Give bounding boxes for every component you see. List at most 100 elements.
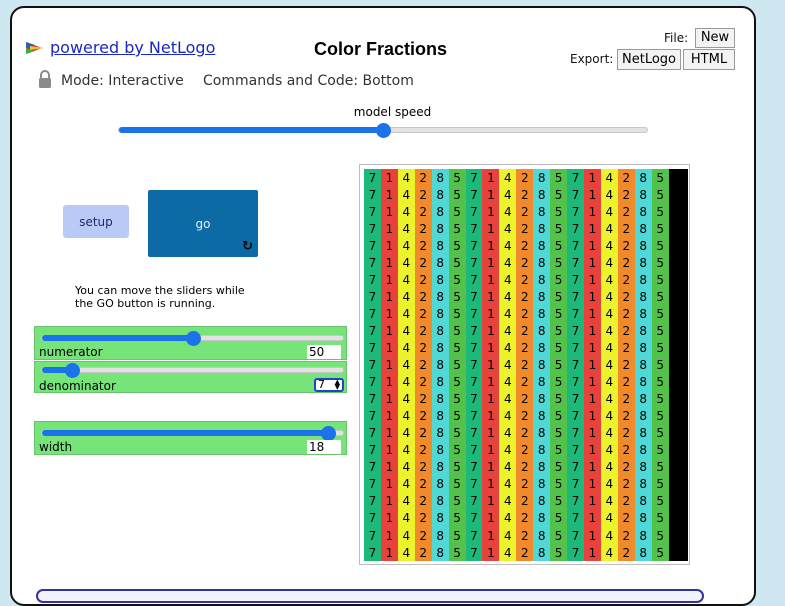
patch-cell [669,510,688,527]
model-speed-thumb[interactable] [376,123,391,138]
denominator-input[interactable]: 7 ▲ ▼ [314,378,344,392]
width-track[interactable] [41,426,344,441]
patch-cell: 5 [656,358,664,373]
export-netlogo-button[interactable]: NetLogo [617,49,681,70]
patch-cell: 1 [385,255,394,270]
patch-cell: 4 [504,392,512,407]
patch-cell: 8 [537,528,546,543]
patch-cell: 5 [656,272,664,287]
patch-cell: 4 [504,443,512,458]
patch-cell: 1 [588,255,597,270]
patch-cell: 2 [622,272,631,287]
patch-cell: 1 [588,272,597,287]
patch-cell: 7 [368,375,377,390]
patch-cell: 2 [622,409,631,424]
patch-cell: 8 [639,272,648,287]
numerator-track[interactable] [41,331,344,346]
patch-cell: 1 [588,306,597,321]
patch-cell: 5 [453,221,461,236]
patch-cell: 4 [402,187,411,202]
patch-cell: 7 [470,426,478,441]
patch-cell: 5 [656,477,664,492]
setup-button[interactable]: setup [63,205,129,238]
width-thumb[interactable] [320,426,336,441]
numerator-thumb[interactable] [185,331,201,346]
patch-cell: 1 [385,170,394,185]
patch-cell: 4 [402,358,411,373]
patch-cell: 2 [520,204,529,219]
patch-cell: 8 [436,528,444,543]
patch-cell: 4 [605,545,614,560]
patch-cell [669,237,688,254]
patch-cell: 7 [571,409,580,424]
patch-cell: 2 [419,545,428,560]
patch-cell: 8 [639,477,648,492]
new-button[interactable]: New [695,28,735,48]
lock-icon[interactable] [38,70,52,88]
patch-cell: 4 [504,477,512,492]
patch-cell: 7 [368,221,377,236]
patch-cell: 7 [368,511,377,526]
patch-cell: 7 [571,392,580,407]
patch-cell: 4 [605,272,614,287]
patch-cell: 8 [537,306,546,321]
patch-cell: 1 [487,392,495,407]
patch-cell: 2 [622,494,631,509]
patch-cell: 4 [402,238,411,253]
patch-cell: 5 [453,409,461,424]
patch-cell: 2 [622,426,631,441]
patch-cell: 7 [368,323,377,338]
width-slider[interactable]: width 18 [34,421,347,455]
patch-cell: 8 [436,426,444,441]
patch-cell: 1 [385,494,394,509]
patch-cell: 1 [385,306,394,321]
export-html-button[interactable]: HTML [683,49,735,70]
model-speed-slider[interactable] [118,123,648,138]
patch-cell: 5 [453,511,461,526]
patch-cell: 4 [504,187,512,202]
patch-cell: 2 [419,443,428,458]
patch-cell: 2 [419,238,428,253]
patch-column: 8 8 8 8 8 8 8 8 8 8 8 8 8 8 8 8 8 8 8 8 8 8 8 [431,169,449,561]
patch-cell: 4 [605,323,614,338]
patch-cell [669,425,688,442]
netlogo-logo-icon [26,41,44,54]
patch-cell [669,305,688,322]
patch-cell: 4 [605,392,614,407]
patch-cell: 1 [487,494,495,509]
patch-cell: 7 [470,204,478,219]
denominator-value: 7 [318,378,325,391]
patch-cell: 1 [588,204,597,219]
patch-cell: 2 [622,375,631,390]
patch-cell: 8 [639,340,648,355]
patch-cell: 7 [571,306,580,321]
patch-cell: 8 [639,545,648,560]
denominator-slider[interactable]: denominator 7 ▲ ▼ [34,361,347,393]
patch-column: 1 1 1 1 1 1 1 1 1 1 1 1 1 1 1 1 1 1 1 1 1 1 1 [583,169,601,561]
patch-cell: 1 [385,409,394,424]
denominator-track[interactable] [41,363,344,378]
patch-cell: 5 [554,340,563,355]
powered-by-netlogo-link[interactable]: powered by NetLogo [26,38,215,57]
patch-cell: 5 [554,528,563,543]
patch-cell: 1 [588,289,597,304]
patch-cell: 8 [436,323,444,338]
patch-cell: 2 [419,460,428,475]
patch-cell: 7 [470,238,478,253]
go-button[interactable]: go ↻ [148,190,258,257]
patch-cell: 7 [368,477,377,492]
patch-cell: 2 [520,289,529,304]
patch-cell: 2 [419,306,428,321]
model-speed-fill [119,127,383,133]
patch-cell: 7 [368,289,377,304]
world-view[interactable]: 7777777777777777777777711111111111111111… [359,164,690,565]
patch-cell: 5 [453,477,461,492]
stepper-arrows-icon[interactable]: ▲ ▼ [335,379,340,391]
patch-cell: 5 [453,323,461,338]
numerator-slider[interactable]: numerator 50 [34,326,347,360]
patch-cell: 5 [554,272,563,287]
patch-cell: 1 [385,238,394,253]
patch-cell: 2 [622,392,631,407]
patch-cell: 4 [504,375,512,390]
denominator-thumb[interactable] [65,363,81,378]
